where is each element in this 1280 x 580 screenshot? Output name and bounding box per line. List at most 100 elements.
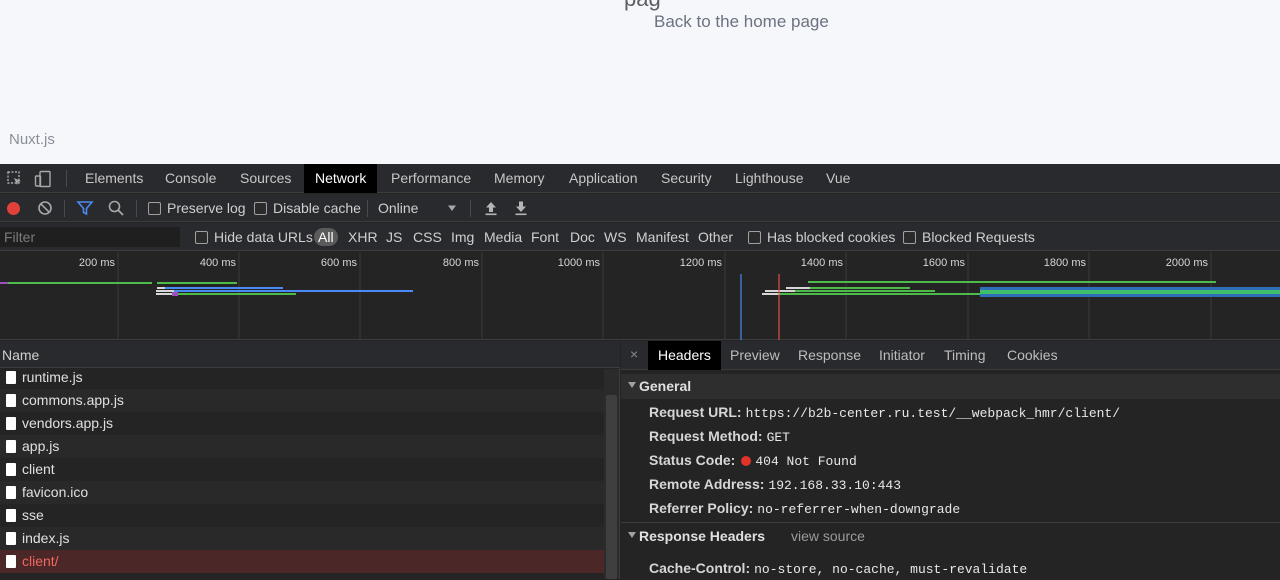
tab-initiator[interactable]: Initiator bbox=[869, 341, 935, 370]
request-bar bbox=[157, 287, 165, 289]
status-error-icon bbox=[741, 456, 752, 466]
filter-type-media[interactable]: Media bbox=[481, 228, 525, 246]
disable-cache-checkbox[interactable] bbox=[254, 202, 267, 215]
blocked-requests-label: Blocked Requests bbox=[922, 229, 1035, 245]
file-icon bbox=[6, 371, 16, 384]
request-name: runtime.js bbox=[22, 369, 83, 385]
inspected-page: pag Back to the home page Nuxt.js bbox=[0, 0, 1280, 164]
tab-console[interactable]: Console bbox=[154, 164, 227, 193]
tab-preview[interactable]: Preview bbox=[720, 341, 790, 370]
table-row[interactable]: runtime.js bbox=[0, 369, 604, 389]
request-details: × Headers Preview Response Initiator Tim… bbox=[621, 341, 1280, 579]
file-icon bbox=[6, 509, 16, 522]
filter-type-doc[interactable]: Doc bbox=[567, 228, 598, 246]
disable-cache-label: Disable cache bbox=[273, 200, 361, 216]
device-toolbar-icon[interactable] bbox=[34, 170, 52, 188]
request-bar bbox=[765, 290, 795, 292]
tab-vue[interactable]: Vue bbox=[815, 164, 861, 193]
preserve-log-checkbox[interactable] bbox=[148, 202, 161, 215]
details-tabbar: × Headers Preview Response Initiator Tim… bbox=[621, 341, 1280, 370]
name-column-header[interactable]: Name bbox=[0, 341, 620, 368]
scrollbar-thumb[interactable] bbox=[606, 395, 617, 579]
header-row-remote-address: Remote Address: 192.168.33.10:443 bbox=[649, 476, 901, 496]
toolbar-divider bbox=[136, 200, 137, 217]
tab-lighthouse[interactable]: Lighthouse bbox=[724, 164, 815, 193]
request-list-scrollbar[interactable] bbox=[604, 369, 619, 579]
view-source-link[interactable]: view source bbox=[791, 528, 865, 544]
section-title: General bbox=[639, 378, 692, 394]
filter-type-manifest[interactable]: Manifest bbox=[633, 228, 692, 246]
tab-response[interactable]: Response bbox=[788, 341, 871, 370]
tab-security[interactable]: Security bbox=[650, 164, 723, 193]
file-icon bbox=[6, 440, 16, 453]
tick-label: 1400 ms bbox=[801, 257, 844, 269]
export-har-icon[interactable] bbox=[512, 199, 530, 217]
filter-icon[interactable] bbox=[76, 199, 94, 217]
throttling-select[interactable]: Online bbox=[378, 200, 418, 216]
filter-type-font[interactable]: Font bbox=[528, 228, 562, 246]
header-row-status-code: Status Code: 404 Not Found bbox=[649, 452, 857, 472]
request-bar bbox=[8, 282, 152, 284]
inspect-element-icon[interactable] bbox=[6, 170, 24, 188]
request-bar bbox=[157, 282, 237, 284]
filter-type-other[interactable]: Other bbox=[695, 228, 736, 246]
blocked-requests-checkbox[interactable] bbox=[903, 231, 916, 244]
request-bar bbox=[0, 282, 8, 284]
table-row-selected-error[interactable]: client/ bbox=[0, 550, 604, 573]
response-headers-section-header[interactable]: Response Headers view source bbox=[621, 524, 1280, 549]
tab-network[interactable]: Network bbox=[304, 164, 378, 193]
tab-cookies[interactable]: Cookies bbox=[997, 341, 1068, 370]
network-overview[interactable]: 200 ms 400 ms 600 ms 800 ms 1000 ms 1200… bbox=[0, 252, 1280, 340]
tick-label: 1000 ms bbox=[558, 257, 601, 269]
table-row[interactable]: index.js bbox=[0, 527, 604, 550]
file-icon bbox=[6, 555, 16, 568]
tab-headers[interactable]: Headers bbox=[648, 341, 721, 370]
table-row[interactable]: commons.app.js bbox=[0, 389, 604, 412]
nuxt-brand-link[interactable]: Nuxt.js bbox=[9, 131, 55, 148]
request-bar bbox=[762, 293, 780, 295]
record-icon[interactable] bbox=[7, 202, 20, 215]
filter-input[interactable] bbox=[0, 227, 180, 247]
header-row-request-url: Request URL: https://b2b-center.ru.test/_… bbox=[649, 404, 1120, 424]
header-row-referrer-policy: Referrer Policy: no-referrer-when-downgra… bbox=[649, 500, 960, 520]
devtools-tabbar: Elements Console Sources Network Perform… bbox=[0, 164, 1280, 193]
has-blocked-cookies-checkbox[interactable] bbox=[748, 231, 761, 244]
tick-label: 2000 ms bbox=[1166, 257, 1209, 269]
close-icon[interactable]: × bbox=[630, 346, 638, 362]
chevron-down-icon[interactable] bbox=[446, 201, 464, 219]
tick-label: 800 ms bbox=[443, 257, 480, 269]
table-row[interactable]: sse bbox=[0, 504, 604, 527]
request-bar bbox=[780, 293, 980, 295]
tab-sources[interactable]: Sources bbox=[229, 164, 302, 193]
triangle-down-icon bbox=[628, 532, 636, 538]
tab-memory[interactable]: Memory bbox=[483, 164, 556, 193]
file-icon bbox=[6, 532, 16, 545]
home-link[interactable]: Back to the home page bbox=[654, 12, 829, 32]
table-row[interactable]: favicon.ico bbox=[0, 481, 604, 504]
request-bar bbox=[786, 287, 810, 289]
search-icon[interactable] bbox=[107, 199, 125, 217]
tab-elements[interactable]: Elements bbox=[74, 164, 154, 193]
request-name: client/ bbox=[22, 553, 59, 569]
header-key: Request URL: bbox=[649, 404, 742, 420]
clear-icon[interactable] bbox=[36, 199, 54, 217]
import-har-icon[interactable] bbox=[482, 199, 500, 217]
preserve-log-label: Preserve log bbox=[167, 200, 246, 216]
tab-application[interactable]: Application bbox=[558, 164, 649, 193]
overview-timeline[interactable]: 200 ms 400 ms 600 ms 800 ms 1000 ms 1200… bbox=[0, 252, 1280, 340]
filter-type-all[interactable]: All bbox=[314, 228, 338, 246]
filter-type-xhr[interactable]: XHR bbox=[345, 228, 381, 246]
table-row[interactable]: app.js bbox=[0, 435, 604, 458]
hide-data-urls-checkbox[interactable] bbox=[195, 231, 208, 244]
filter-type-img[interactable]: Img bbox=[448, 228, 477, 246]
header-row-cache-control: Cache-Control: no-store, no-cache, must-r… bbox=[649, 560, 1027, 580]
tab-timing[interactable]: Timing bbox=[934, 341, 996, 370]
table-row[interactable]: vendors.app.js bbox=[0, 412, 604, 435]
filter-type-css[interactable]: CSS bbox=[410, 228, 445, 246]
filter-type-js[interactable]: JS bbox=[383, 228, 405, 246]
tab-performance[interactable]: Performance bbox=[380, 164, 482, 193]
request-bar bbox=[165, 287, 283, 289]
table-row[interactable]: client bbox=[0, 458, 604, 481]
filter-type-ws[interactable]: WS bbox=[601, 228, 630, 246]
general-section-header[interactable]: General bbox=[621, 374, 1280, 399]
